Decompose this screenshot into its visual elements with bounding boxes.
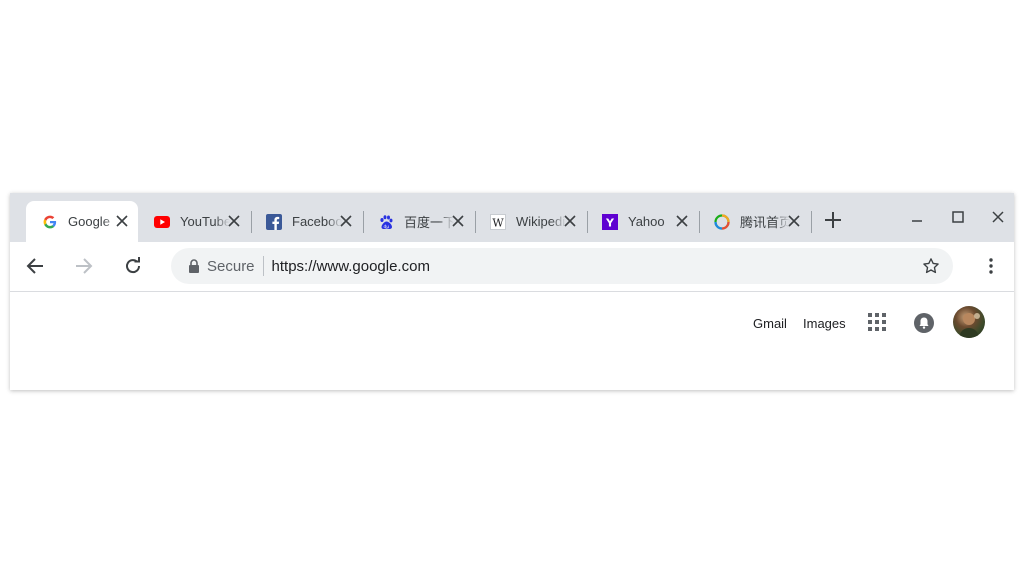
tab-tencent[interactable]: 腾讯首页 bbox=[698, 201, 810, 242]
forward-button[interactable] bbox=[72, 254, 96, 278]
close-tab-icon[interactable] bbox=[450, 213, 466, 229]
gmail-link[interactable]: Gmail bbox=[753, 316, 787, 331]
close-tab-icon[interactable] bbox=[562, 213, 578, 229]
toolbar: Secure bbox=[10, 242, 1014, 292]
images-link[interactable]: Images bbox=[803, 316, 846, 331]
more-menu-button[interactable] bbox=[979, 254, 1003, 278]
maximize-button[interactable] bbox=[946, 205, 970, 229]
back-button[interactable] bbox=[23, 254, 47, 278]
close-tab-icon[interactable] bbox=[114, 213, 130, 229]
google-page: Gmail Images bbox=[10, 292, 1014, 390]
svg-text:du: du bbox=[383, 224, 389, 230]
yahoo-icon: Y bbox=[602, 213, 618, 230]
close-tab-icon[interactable] bbox=[338, 213, 354, 229]
tab-yahoo[interactable]: Y Yahoo bbox=[586, 201, 698, 242]
minimize-icon bbox=[912, 220, 922, 222]
close-icon bbox=[992, 211, 1004, 223]
browser-window: Google YouTube Facebook bbox=[10, 193, 1014, 390]
tab-separator bbox=[811, 211, 812, 233]
new-tab-button[interactable] bbox=[822, 209, 844, 231]
tab-facebook[interactable]: Facebook bbox=[250, 201, 362, 242]
tencent-icon bbox=[714, 213, 730, 230]
tab-title: Yahoo bbox=[628, 214, 665, 229]
security-label[interactable]: Secure bbox=[207, 258, 255, 275]
tab-title: Facebook bbox=[292, 214, 342, 229]
youtube-icon bbox=[154, 214, 170, 230]
facebook-icon bbox=[266, 213, 282, 230]
omnibox[interactable]: Secure bbox=[171, 248, 953, 284]
tab-youtube[interactable]: YouTube bbox=[138, 201, 250, 242]
close-window-button[interactable] bbox=[986, 205, 1010, 229]
tab-title: Google bbox=[68, 214, 110, 229]
wikipedia-icon: W bbox=[490, 213, 506, 230]
tab-strip: Google YouTube Facebook bbox=[10, 193, 1014, 242]
reload-button[interactable] bbox=[121, 254, 145, 278]
forward-arrow-icon bbox=[76, 258, 93, 274]
tab-title: 腾讯首页 bbox=[740, 215, 790, 230]
url-input[interactable] bbox=[271, 257, 872, 275]
tab-google[interactable]: Google bbox=[26, 201, 138, 242]
tab-wikipedia[interactable]: W Wikipedia bbox=[474, 201, 586, 242]
plus-icon bbox=[825, 212, 841, 228]
kebab-menu-icon bbox=[989, 258, 993, 274]
omnibox-separator bbox=[262, 256, 264, 276]
tab-title: 百度一下 bbox=[404, 215, 454, 230]
lock-icon[interactable] bbox=[187, 258, 201, 274]
close-tab-icon[interactable] bbox=[786, 213, 802, 229]
account-avatar[interactable] bbox=[953, 306, 985, 338]
minimize-button[interactable] bbox=[905, 205, 929, 229]
svg-text:Y: Y bbox=[605, 216, 615, 229]
close-tab-icon[interactable] bbox=[674, 213, 690, 229]
tab-title: Wikipedia bbox=[516, 214, 566, 229]
back-arrow-icon bbox=[26, 258, 43, 274]
apps-grid-icon[interactable] bbox=[868, 313, 886, 331]
notifications-bell-icon[interactable] bbox=[913, 312, 935, 334]
baidu-icon: du bbox=[378, 214, 394, 230]
reload-icon bbox=[126, 257, 141, 274]
svg-text:W: W bbox=[492, 216, 504, 229]
tab-baidu[interactable]: du 百度一下 bbox=[362, 201, 474, 242]
google-icon bbox=[42, 214, 58, 230]
tab-title: YouTube bbox=[180, 214, 230, 229]
bookmark-star-icon[interactable] bbox=[921, 256, 941, 276]
close-tab-icon[interactable] bbox=[226, 213, 242, 229]
maximize-icon bbox=[952, 211, 964, 223]
